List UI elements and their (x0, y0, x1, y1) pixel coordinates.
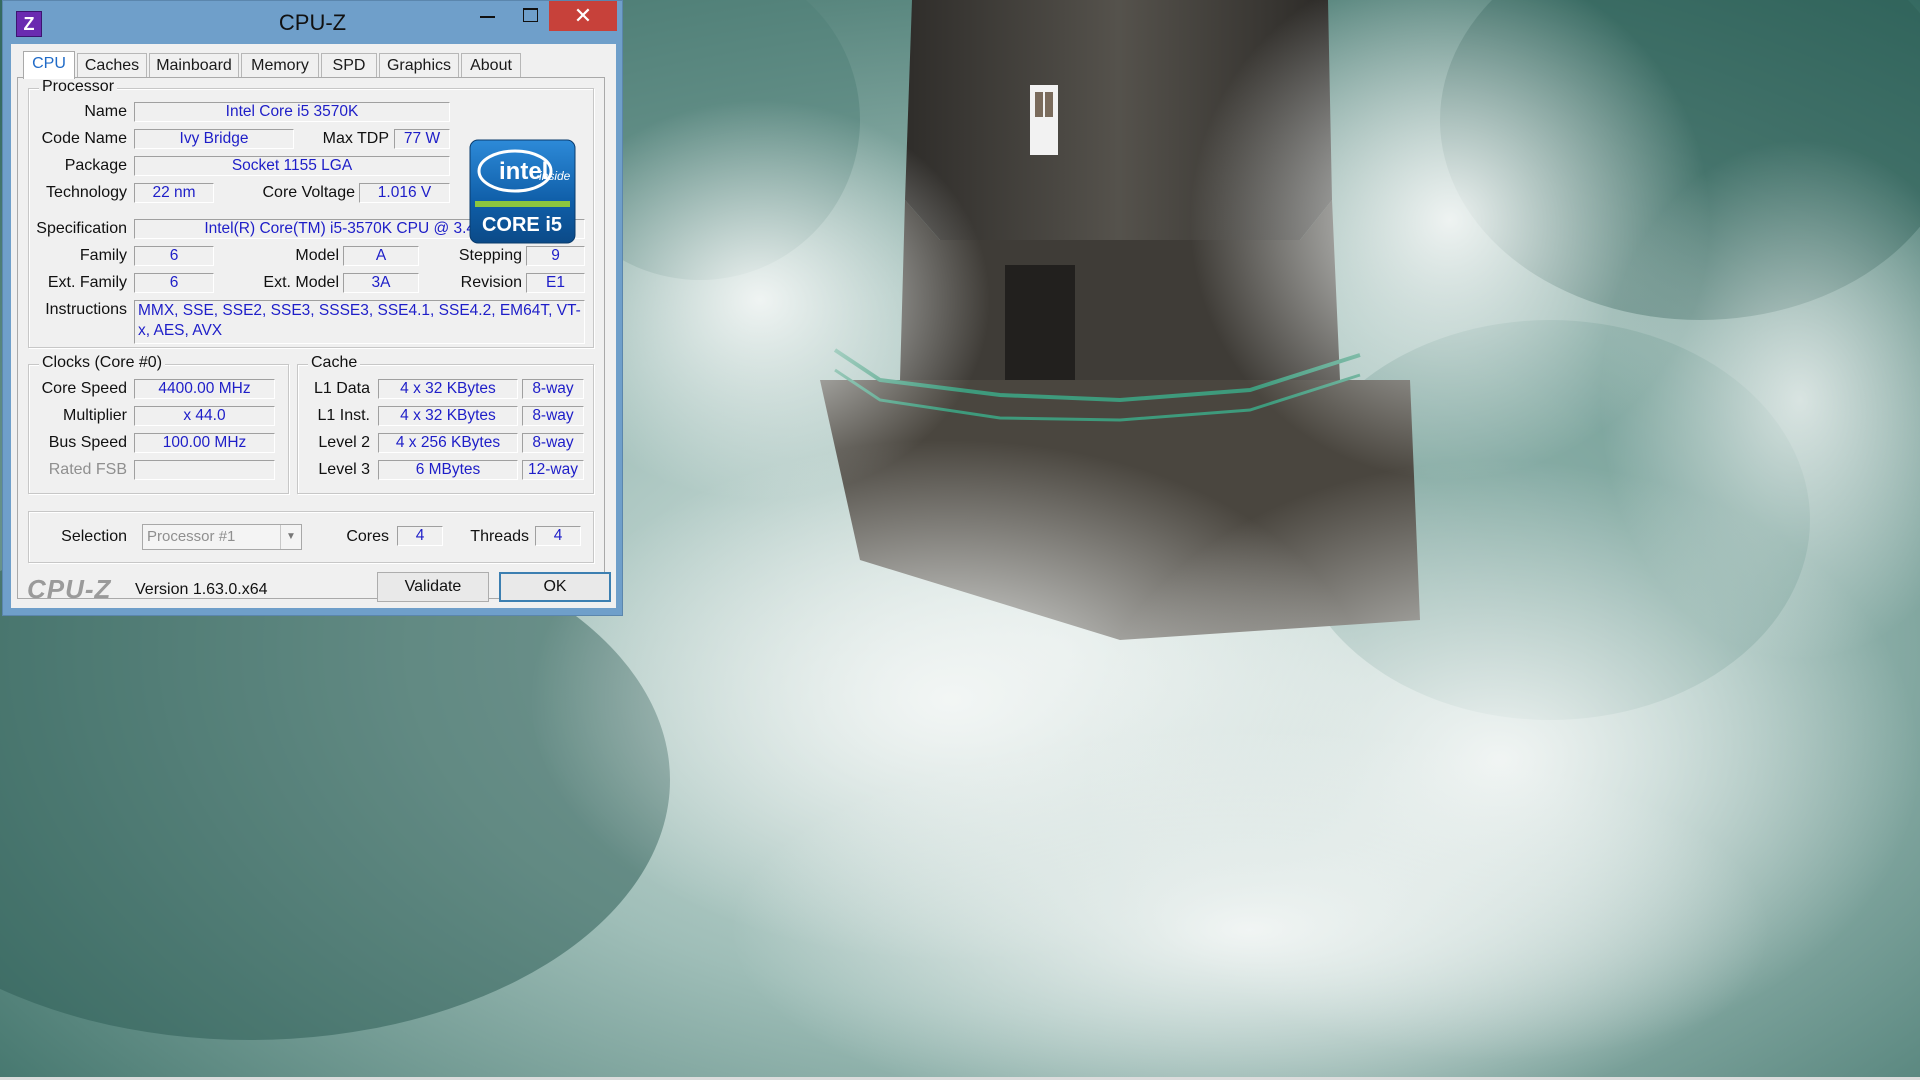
name-label: Name (84, 103, 127, 120)
instructions-value: MMX, SSE, SSE2, SSE3, SSSE3, SSE4.1, SSE… (134, 300, 585, 344)
name-value: Intel Core i5 3570K (134, 102, 450, 122)
model-label: Model (295, 247, 339, 264)
package-value: Socket 1155 LGA (134, 156, 450, 176)
maxtdp-label: Max TDP (322, 130, 389, 147)
cache-row-ways: 8-way (522, 433, 584, 453)
cpu-tab-panel: Processor Name Intel Core i5 3570K Code … (17, 77, 605, 599)
tab-about[interactable]: About (461, 53, 521, 77)
cache-row-size: 4 x 256 KBytes (378, 433, 518, 453)
cache-row-size: 4 x 32 KBytes (378, 379, 518, 399)
corevoltage-label: Core Voltage (262, 184, 355, 201)
corespeed-value: 4400.00 MHz (134, 379, 275, 399)
selection-group: Selection Processor #1 ▼ Cores 4 Threads… (28, 511, 594, 563)
revision-value: E1 (526, 273, 585, 293)
corespeed-label: Core Speed (41, 380, 127, 397)
extmodel-value: 3A (343, 273, 419, 293)
badge-line: CORE i5 (482, 214, 562, 236)
cache-group-title: Cache (308, 354, 361, 372)
processor-select[interactable]: Processor #1 ▼ (142, 524, 302, 550)
multiplier-label: Multiplier (62, 407, 127, 424)
maxtdp-value: 77 W (394, 129, 450, 149)
tab-cpu[interactable]: CPU (23, 51, 75, 79)
cache-row-ways: 8-way (522, 379, 584, 399)
minimize-button[interactable] (463, 1, 511, 31)
family-label: Family (79, 247, 127, 264)
cache-row-ways: 12-way (522, 460, 584, 480)
busspeed-label: Bus Speed (48, 434, 127, 451)
cores-value: 4 (397, 526, 443, 546)
threads-label: Threads (470, 528, 529, 545)
maximize-button[interactable] (511, 1, 549, 31)
cache-row-label: Level 2 (318, 434, 370, 451)
intel-core-i5-badge: intel inside CORE i5 (469, 139, 576, 244)
cores-label: Cores (346, 528, 389, 545)
cache-row-ways: 8-way (522, 406, 584, 426)
processor-select-value: Processor #1 (147, 528, 236, 545)
processor-group-title: Processor (39, 78, 118, 96)
family-value: 6 (134, 246, 214, 266)
stepping-label: Stepping (458, 247, 522, 264)
tab-caches[interactable]: Caches (77, 53, 147, 77)
revision-label: Revision (460, 274, 522, 291)
close-button[interactable]: ✕ (549, 1, 617, 31)
model-value: A (343, 246, 419, 266)
clocks-group-title: Clocks (Core #0) (39, 354, 166, 372)
stepping-value: 9 (526, 246, 585, 266)
client-area: CPU Caches Mainboard Memory SPD Graphics… (11, 44, 616, 608)
instructions-label: Instructions (45, 301, 127, 318)
selection-label: Selection (61, 528, 127, 545)
ok-button[interactable]: OK (499, 572, 611, 602)
cache-row-size: 4 x 32 KBytes (378, 406, 518, 426)
specification-label: Specification (36, 220, 127, 237)
tab-memory[interactable]: Memory (241, 53, 319, 77)
multiplier-value: x 44.0 (134, 406, 275, 426)
extfamily-label: Ext. Family (47, 274, 127, 291)
minimize-icon (479, 16, 495, 18)
tab-spd[interactable]: SPD (321, 53, 377, 77)
cache-row-label: Level 3 (318, 461, 370, 478)
version-text: Version 1.63.0.x64 (135, 581, 268, 598)
chevron-down-icon[interactable]: ▼ (280, 525, 301, 549)
cache-row-label: L1 Inst. (317, 407, 370, 424)
extmodel-label: Ext. Model (263, 274, 339, 291)
codename-value: Ivy Bridge (134, 129, 294, 149)
title-bar[interactable]: Z CPU-Z ✕ (3, 1, 622, 41)
cache-row-label: L1 Data (313, 380, 370, 397)
codename-label: Code Name (41, 130, 127, 147)
cpuz-window: Z CPU-Z ✕ CPU Caches Mainboard Memory SP… (2, 0, 623, 616)
ratedfsb-value (134, 460, 275, 480)
close-icon: ✕ (573, 3, 593, 28)
ratedfsb-label: Rated FSB (48, 461, 127, 478)
threads-value: 4 (535, 526, 581, 546)
clocks-group: Clocks (Core #0) Core Speed 4400.00 MHz … (28, 354, 289, 494)
cache-row-size: 6 MBytes (378, 460, 518, 480)
package-label: Package (64, 157, 127, 174)
cpuz-footer-logo: CPU-Z (27, 574, 112, 604)
badge-inside: inside (539, 169, 571, 183)
busspeed-value: 100.00 MHz (134, 433, 275, 453)
extfamily-value: 6 (134, 273, 214, 293)
technology-value: 22 nm (134, 183, 214, 203)
maximize-icon (522, 8, 538, 22)
tab-mainboard[interactable]: Mainboard (149, 53, 239, 77)
corevoltage-value: 1.016 V (359, 183, 450, 203)
technology-label: Technology (46, 184, 127, 201)
tab-graphics[interactable]: Graphics (379, 53, 459, 77)
validate-button[interactable]: Validate (377, 572, 489, 602)
cache-group: Cache L1 Data 4 x 32 KBytes 8-way L1 Ins… (297, 354, 594, 494)
